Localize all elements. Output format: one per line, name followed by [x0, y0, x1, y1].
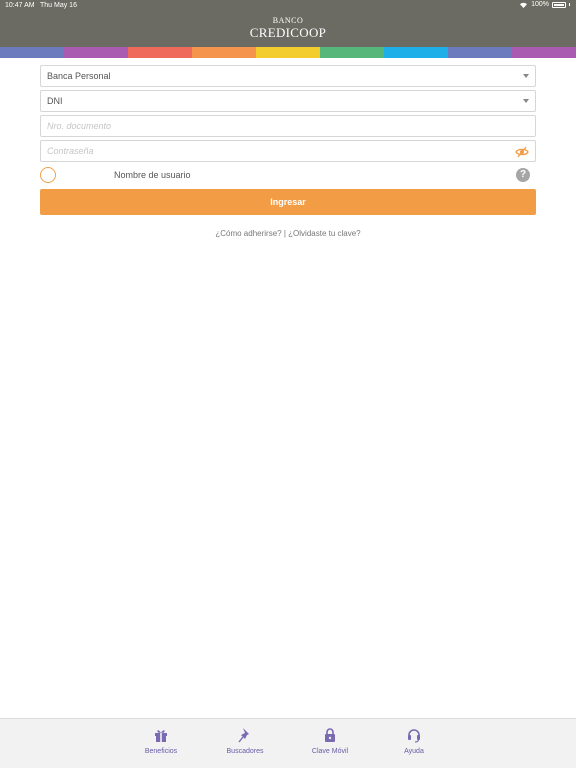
- gift-icon: [155, 730, 167, 742]
- lock-icon: [325, 728, 335, 742]
- stripe-segment: [0, 47, 64, 58]
- username-label: Nombre de usuario: [114, 170, 191, 180]
- tab-label: Ayuda: [404, 748, 424, 755]
- tab-buscadores[interactable]: Buscadores: [215, 727, 275, 755]
- how-to-join-link[interactable]: ¿Cómo adherirse?: [215, 229, 281, 238]
- tab-label: Clave Móvil: [311, 748, 349, 755]
- stripe-segment: [384, 47, 448, 58]
- tab-label: Buscadores: [226, 748, 264, 755]
- tab-clave-movil[interactable]: Clave Móvil: [300, 727, 360, 755]
- wifi-icon: [520, 2, 528, 8]
- bank-logo: BANCO CREDICOOP: [0, 16, 576, 40]
- stripe-segment: [448, 47, 512, 58]
- headset-icon: [408, 729, 420, 743]
- account-type-select[interactable]: Banca Personal: [40, 65, 536, 87]
- help-icon[interactable]: ?: [516, 168, 530, 182]
- tab-beneficios[interactable]: Beneficios: [131, 727, 191, 755]
- pin-icon: [238, 728, 249, 743]
- status-time: 10:47 AM: [5, 2, 35, 9]
- tab-bar: Beneficios Buscadores Clave Móvil Ayuda: [0, 718, 576, 768]
- chevron-down-icon: [523, 74, 529, 78]
- username-radio[interactable]: [40, 167, 56, 183]
- app-header: 10:47 AM Thu May 16 100% BANCO CREDICOOP: [0, 0, 576, 47]
- tab-label: Beneficios: [144, 748, 178, 755]
- document-number-field: [40, 115, 536, 137]
- username-row: Nombre de usuario ?: [40, 165, 536, 185]
- stripe-segment: [128, 47, 192, 58]
- login-button[interactable]: Ingresar: [40, 189, 536, 215]
- forgot-password-link[interactable]: ¿Olvidaste tu clave?: [288, 229, 360, 238]
- login-form: Banca Personal DNI Nombre de usuario ? I…: [40, 65, 536, 238]
- stripe-segment: [192, 47, 256, 58]
- chevron-down-icon: [523, 99, 529, 103]
- document-type-value: DNI: [47, 96, 63, 106]
- stripe-segment: [256, 47, 320, 58]
- password-field: [40, 140, 536, 162]
- battery-icon: [552, 1, 566, 8]
- logo-top: BANCO: [272, 16, 304, 25]
- document-number-input[interactable]: [41, 116, 535, 136]
- account-type-value: Banca Personal: [47, 71, 111, 81]
- stripe-segment: [64, 47, 128, 58]
- logo-main: CREDICOOP: [249, 25, 327, 40]
- battery-percent: 100%: [531, 1, 549, 8]
- stripe-segment: [512, 47, 576, 58]
- status-bar: 10:47 AM Thu May 16 100%: [0, 0, 576, 12]
- eye-slash-icon[interactable]: [515, 145, 529, 159]
- tab-ayuda[interactable]: Ayuda: [384, 727, 444, 755]
- battery-tip: [569, 3, 570, 6]
- links-separator: |: [283, 229, 286, 238]
- stripe-segment: [320, 47, 384, 58]
- status-date: Thu May 16: [40, 2, 77, 9]
- document-type-select[interactable]: DNI: [40, 90, 536, 112]
- status-indicators: 100%: [519, 1, 570, 8]
- color-stripe: [0, 47, 576, 58]
- help-links: ¿Cómo adherirse? | ¿Olvidaste tu clave?: [40, 229, 536, 238]
- password-input[interactable]: [41, 141, 535, 161]
